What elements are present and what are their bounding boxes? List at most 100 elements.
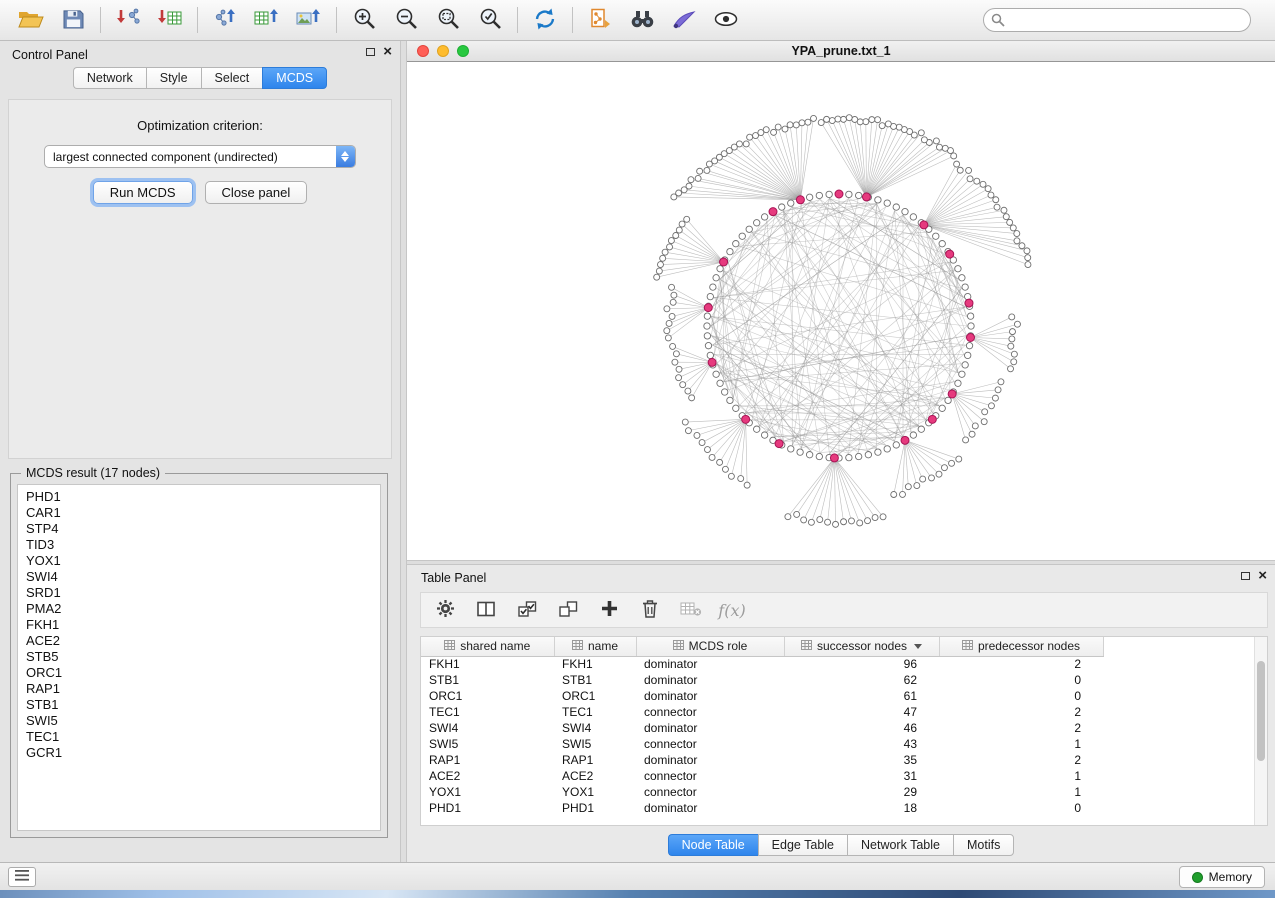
export-network-button[interactable] [204,3,246,37]
table-row[interactable]: ORC1ORC1dominator610 [421,688,1103,704]
network-canvas[interactable] [407,62,1275,560]
deselect-all-button[interactable] [556,597,580,623]
vertical-splitter[interactable] [400,41,407,862]
toolbar-separator [336,7,337,33]
mcds-result-item[interactable]: STB5 [18,649,380,665]
memory-button[interactable]: Memory [1179,866,1265,888]
tab-network-table[interactable]: Network Table [847,834,953,856]
table-toolbar: f(x) [420,592,1268,628]
tab-mcds[interactable]: MCDS [262,67,327,89]
zoom-fit-button[interactable] [427,3,469,37]
table-row[interactable]: FKH1FKH1dominator962 [421,656,1103,672]
style-brush-icon [672,9,696,32]
table-cell: 0 [939,688,1103,704]
mcds-result-item[interactable]: ACE2 [18,633,380,649]
mcds-result-item[interactable]: TID3 [18,537,380,553]
column-header-MCDS-role[interactable]: MCDS role [636,637,784,656]
function-builder-button-disabled[interactable]: f(x) [720,597,744,623]
scrollbar-thumb[interactable] [1257,661,1265,761]
column-header-name[interactable]: name [554,637,636,656]
tab-style[interactable]: Style [146,67,201,89]
import-network-button[interactable] [107,3,149,37]
mcds-result-item[interactable]: CAR1 [18,505,380,521]
save-button[interactable] [52,3,94,37]
apply-style-button[interactable] [663,3,705,37]
status-bar: Memory [0,862,1275,890]
table-cell: 35 [784,752,939,768]
column-header-predecessor-nodes[interactable]: predecessor nodes [939,637,1103,656]
tab-select[interactable]: Select [201,67,263,89]
save-floppy-icon [63,9,84,32]
table-row[interactable]: TEC1TEC1connector472 [421,704,1103,720]
close-window-icon[interactable] [417,45,429,57]
open-file-button[interactable] [10,3,52,37]
table-row[interactable]: PHD1PHD1dominator180 [421,800,1103,816]
minimize-window-icon[interactable] [437,45,449,57]
export-table-button[interactable] [246,3,288,37]
table-cell: FKH1 [421,656,554,672]
float-panel-icon[interactable] [366,48,375,56]
mcds-tab-content: Optimization criterion: largest connecte… [8,99,392,459]
show-columns-button[interactable] [474,597,498,623]
mcds-result-item[interactable]: YOX1 [18,553,380,569]
maximize-window-icon[interactable] [457,45,469,57]
zoom-out-button[interactable] [385,3,427,37]
table-cell: RAP1 [421,752,554,768]
run-mcds-button[interactable]: Run MCDS [93,181,193,204]
close-panel-button[interactable]: Close panel [205,181,308,204]
zoom-fit-icon [437,7,460,33]
table-cell: 62 [784,672,939,688]
mcds-result-list[interactable]: PHD1CAR1STP4TID3YOX1SWI4SRD1PMA2FKH1ACE2… [17,484,381,831]
search-input[interactable] [983,8,1251,32]
selected-criterion-value: largest connected component (undirected) [53,150,278,164]
task-history-button[interactable] [8,867,36,887]
close-panel-icon[interactable]: × [383,46,392,58]
delete-column-button[interactable] [638,597,662,623]
network-title: YPA_prune.txt_1 [407,41,1275,61]
optimization-criterion-select[interactable]: largest connected component (undirected) [44,145,356,168]
checked-boxes-icon [518,601,537,620]
import-table-button[interactable] [149,3,191,37]
zoom-in-button[interactable] [343,3,385,37]
mcds-result-item[interactable]: SRD1 [18,585,380,601]
table-row[interactable]: STB1STB1dominator620 [421,672,1103,688]
optimization-criterion-label: Optimization criterion: [9,118,391,133]
mcds-result-item[interactable]: PMA2 [18,601,380,617]
column-header-shared-name[interactable]: shared name [421,637,554,656]
mcds-result-item[interactable]: TEC1 [18,729,380,745]
table-row[interactable]: ACE2ACE2connector311 [421,768,1103,784]
find-button[interactable] [621,3,663,37]
table-row[interactable]: SWI5SWI5connector431 [421,736,1103,752]
create-column-button[interactable] [597,597,621,623]
show-hide-button[interactable] [705,3,747,37]
export-image-button[interactable] [288,3,330,37]
clear-table-button-disabled[interactable] [679,597,703,623]
table-row[interactable]: YOX1YOX1connector291 [421,784,1103,800]
tab-edge-table[interactable]: Edge Table [758,834,847,856]
table-scrollbar[interactable] [1254,637,1267,825]
select-all-button[interactable] [515,597,539,623]
table-cell: ORC1 [421,688,554,704]
mcds-result-item[interactable]: SWI5 [18,713,380,729]
clone-network-button[interactable] [579,3,621,37]
tab-network[interactable]: Network [73,67,146,89]
table-row[interactable]: RAP1RAP1dominator352 [421,752,1103,768]
close-panel-icon[interactable]: × [1258,570,1267,582]
mcds-result-item[interactable]: FKH1 [18,617,380,633]
apply-layout-button[interactable] [524,3,566,37]
mcds-result-item[interactable]: STP4 [18,521,380,537]
zoom-selected-button[interactable] [469,3,511,37]
float-panel-icon[interactable] [1241,572,1250,580]
mcds-result-item[interactable]: ORC1 [18,665,380,681]
mcds-result-item[interactable]: STB1 [18,697,380,713]
mcds-result-item[interactable]: GCR1 [18,745,380,761]
tab-node-table[interactable]: Node Table [668,834,758,856]
node-data-table[interactable]: shared namenameMCDS rolesuccessor nodesp… [421,637,1104,816]
tab-motifs[interactable]: Motifs [953,834,1014,856]
table-row[interactable]: SWI4SWI4dominator462 [421,720,1103,736]
table-settings-button[interactable] [433,597,457,623]
mcds-result-item[interactable]: PHD1 [18,489,380,505]
mcds-result-item[interactable]: RAP1 [18,681,380,697]
column-header-successor-nodes[interactable]: successor nodes [784,637,939,656]
mcds-result-item[interactable]: SWI4 [18,569,380,585]
